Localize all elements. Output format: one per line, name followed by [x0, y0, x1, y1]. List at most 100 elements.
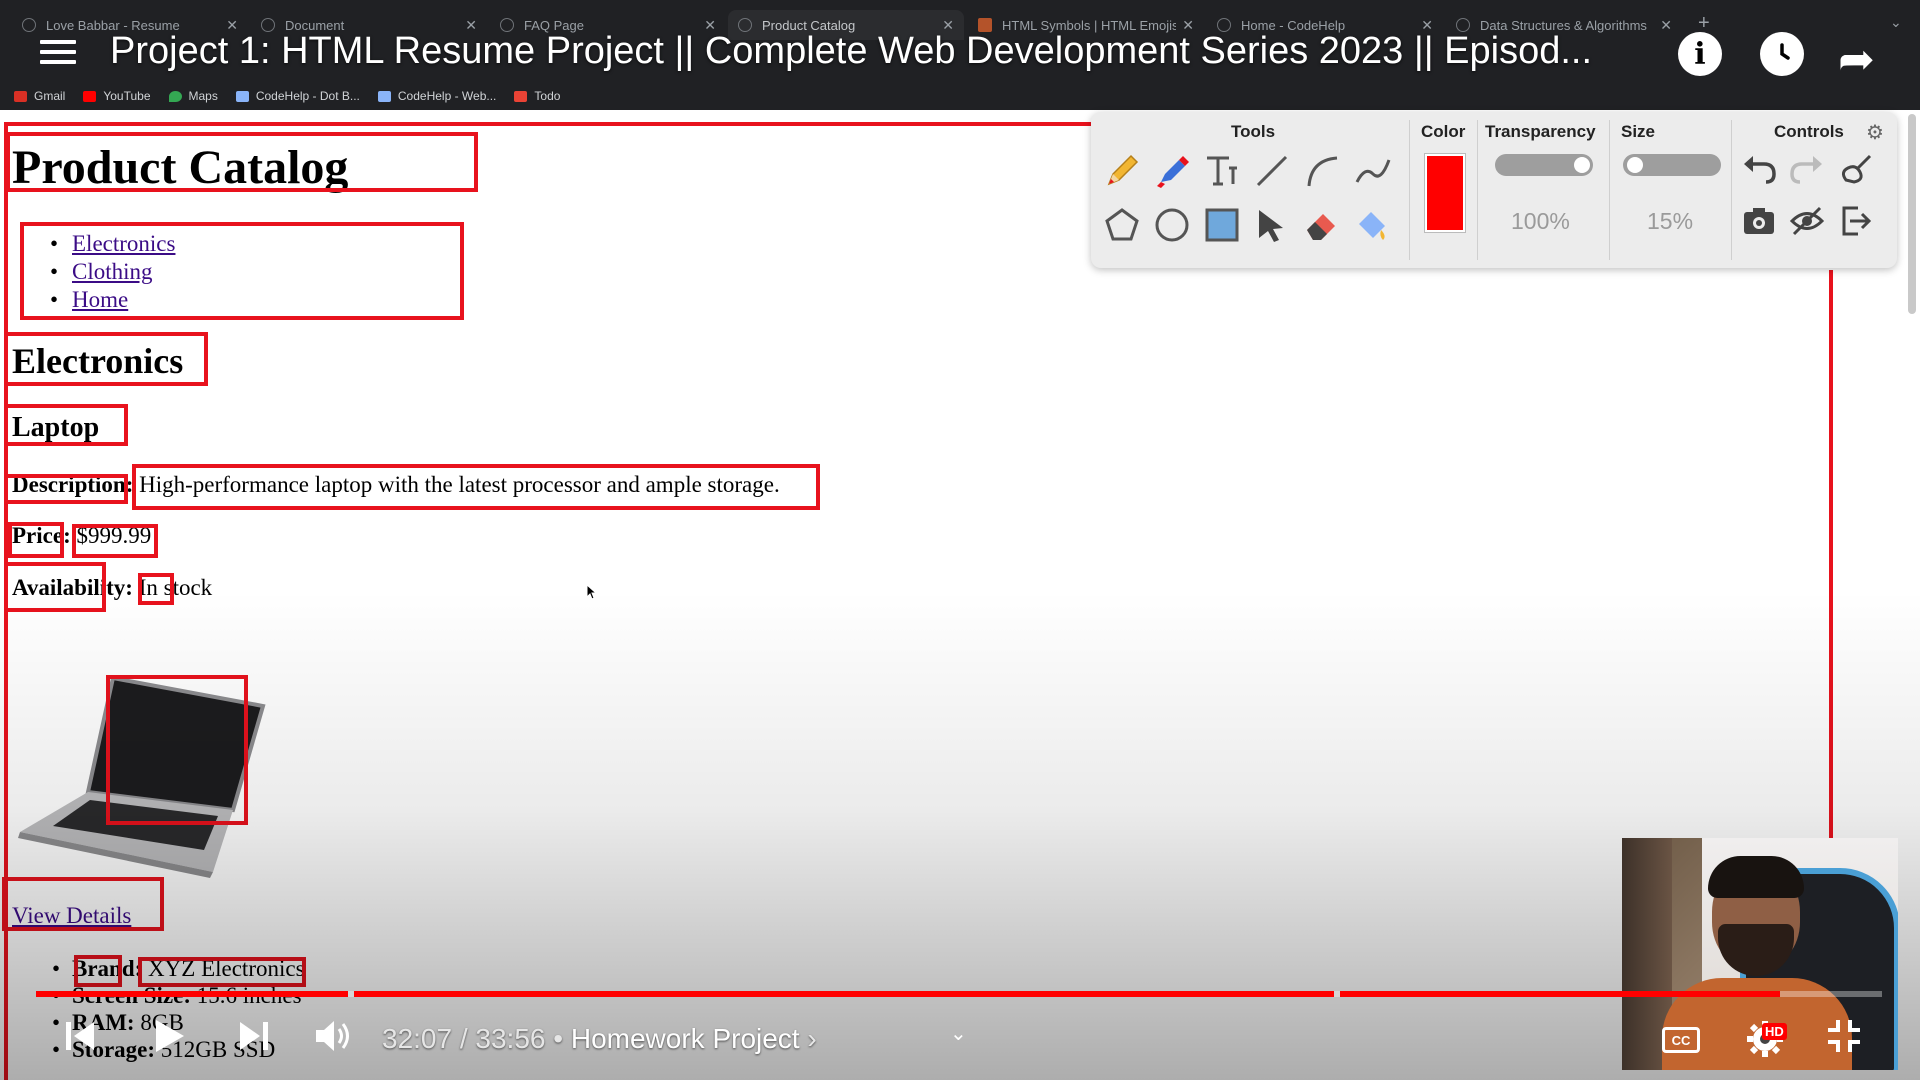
annotation-rectangle: [20, 222, 464, 320]
page-scrollbar[interactable]: [1908, 114, 1916, 314]
chapter-segment[interactable]: [36, 991, 348, 997]
exit-fullscreen-icon[interactable]: [1826, 1018, 1862, 1054]
youtube-icon: [83, 90, 97, 102]
timestamp: 32:07 / 33:56: [382, 1023, 546, 1054]
pencil-icon[interactable]: [1101, 150, 1143, 192]
color-swatch[interactable]: [1425, 154, 1465, 232]
slider-knob[interactable]: [1574, 157, 1590, 173]
bookmark-codehelp-web[interactable]: CodeHelp - Web...: [377, 89, 496, 103]
polygon-icon[interactable]: [1101, 204, 1143, 246]
codehelp-icon: [377, 90, 391, 102]
color-heading: Color: [1421, 122, 1466, 141]
tab-love-babbar-resume[interactable]: Love Babbar - Resume ✕: [12, 10, 248, 40]
close-tab-icon[interactable]: ✕: [704, 17, 716, 34]
todo-icon: [514, 90, 528, 102]
globe-icon: [22, 18, 36, 32]
globe-icon: [500, 18, 514, 32]
close-tab-icon[interactable]: ✕: [1421, 17, 1433, 34]
video-progress-bar[interactable]: [36, 991, 1882, 997]
line-icon[interactable]: [1251, 150, 1293, 192]
settings-gear-icon[interactable]: ⚙: [1866, 120, 1884, 145]
bookmark-gmail[interactable]: Gmail: [14, 89, 65, 103]
annotation-rectangle: [6, 132, 478, 192]
close-tab-icon[interactable]: ✕: [226, 17, 238, 34]
chapter-segment[interactable]: [1340, 991, 1781, 997]
hide-icon[interactable]: [1786, 200, 1828, 242]
annotation-toolbox: Tools Color Transparency Size Controls ⚙…: [1091, 112, 1897, 268]
eraser-icon[interactable]: [1301, 204, 1343, 246]
playlist-menu-icon[interactable]: [40, 40, 76, 70]
globe-icon: [738, 18, 752, 32]
site-icon: [978, 18, 992, 32]
controls-heading: Controls: [1774, 122, 1844, 141]
bookmark-todo[interactable]: Todo: [514, 89, 560, 103]
close-tab-icon[interactable]: ✕: [1660, 17, 1672, 34]
tab-faq-page[interactable]: FAQ Page ✕: [490, 10, 726, 40]
tab-document[interactable]: Document ✕: [251, 10, 487, 40]
browser-tab-bar: Love Babbar - Resume ✕ Document ✕ FAQ Page…: [0, 0, 1920, 46]
annotation-rectangle: [4, 474, 128, 504]
annotation-rectangle: [138, 573, 174, 605]
annotation-rectangle: [138, 957, 306, 987]
text-icon[interactable]: [1201, 150, 1243, 192]
tab-html-symbols[interactable]: HTML Symbols | HTML Emojis ✕: [968, 10, 1204, 40]
transparency-slider[interactable]: [1495, 154, 1593, 176]
previous-icon[interactable]: [62, 1018, 98, 1054]
circle-icon[interactable]: [1151, 204, 1193, 246]
rectangle-icon[interactable]: [1201, 204, 1243, 246]
annotation-rectangle: [74, 955, 122, 987]
fill-bucket-icon[interactable]: [1351, 204, 1393, 246]
curve-icon[interactable]: [1301, 150, 1343, 192]
select-arrow-icon[interactable]: [1251, 204, 1293, 246]
play-icon[interactable]: [150, 1018, 186, 1054]
screenshot-icon[interactable]: [1738, 200, 1780, 242]
clear-icon[interactable]: [1834, 148, 1876, 190]
divider: [1409, 120, 1410, 260]
bookmark-maps[interactable]: Maps: [168, 89, 218, 103]
annotation-line: [4, 122, 1094, 126]
marker-icon[interactable]: [1151, 150, 1193, 192]
share-icon[interactable]: ➦: [1838, 34, 1875, 85]
size-slider[interactable]: [1623, 154, 1721, 176]
info-icon[interactable]: i: [1678, 32, 1722, 76]
bookmark-youtube[interactable]: YouTube: [83, 89, 151, 103]
tab-data-structures[interactable]: Data Structures & Algorithms ✕: [1446, 10, 1682, 40]
closed-captions-button[interactable]: CC: [1662, 1027, 1700, 1053]
close-tab-icon[interactable]: ✕: [1182, 17, 1194, 34]
annotation-rectangle: [8, 522, 64, 558]
redo-icon[interactable]: [1786, 148, 1828, 190]
tab-home-codehelp[interactable]: Home - CodeHelp ✕: [1207, 10, 1443, 40]
size-heading: Size: [1621, 122, 1656, 141]
tab-search-chevron-icon[interactable]: ⌄: [1890, 14, 1902, 31]
chapter-title[interactable]: Homework Project: [571, 1023, 800, 1054]
tab-product-catalog[interactable]: Product Catalog ✕: [728, 10, 964, 40]
connector-icon[interactable]: [1351, 150, 1393, 192]
address-bar-row: [0, 46, 1920, 82]
expand-chevron-icon[interactable]: ⌄: [950, 1021, 967, 1046]
globe-icon: [261, 18, 275, 32]
slider-knob[interactable]: [1627, 157, 1643, 173]
bookmark-codehelp-dot[interactable]: CodeHelp - Dot B...: [235, 89, 360, 103]
bookmarks-bar: Gmail YouTube Maps CodeHelp - Dot B... C…: [0, 82, 1920, 110]
globe-icon: [1456, 18, 1470, 32]
close-tab-icon[interactable]: ✕: [942, 17, 954, 34]
close-tab-icon[interactable]: ✕: [465, 17, 477, 34]
next-icon[interactable]: [236, 1018, 272, 1054]
annotation-rectangle: [4, 562, 106, 612]
size-value: 15%: [1647, 208, 1694, 234]
annotation-rectangle: [4, 332, 208, 386]
undo-icon[interactable]: [1738, 148, 1780, 190]
maps-icon: [168, 90, 182, 102]
watch-later-clock-icon[interactable]: [1760, 32, 1804, 76]
divider: [1609, 120, 1610, 260]
exit-icon[interactable]: [1834, 200, 1876, 242]
mouse-cursor-icon: [586, 584, 596, 600]
annotation-rectangle: [106, 675, 248, 825]
chapter-segment[interactable]: [354, 991, 1334, 997]
volume-icon[interactable]: [314, 1018, 352, 1054]
video-controls-bar: 32:07 / 33:56 • Homework Project › ⌄ CC …: [0, 985, 1920, 1080]
codehelp-icon: [235, 90, 249, 102]
gmail-icon: [14, 90, 27, 102]
annotation-rectangle: [4, 404, 128, 446]
annotation-rectangle: [72, 524, 158, 558]
